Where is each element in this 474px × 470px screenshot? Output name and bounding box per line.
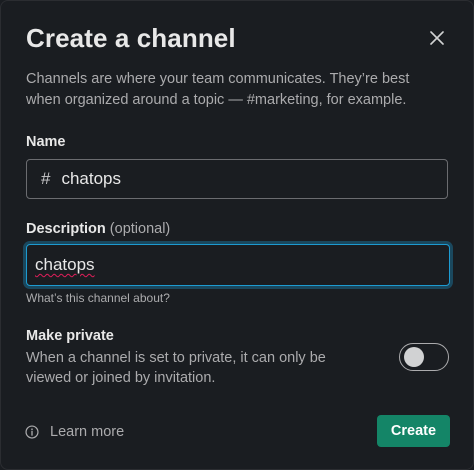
description-hint: What’s this channel about? — [26, 291, 170, 305]
make-private-row: Make private When a channel is set to pr… — [26, 326, 449, 386]
name-label: Name — [26, 134, 66, 150]
make-private-text: Make private When a channel is set to pr… — [26, 326, 346, 388]
description-label: Description (optional) — [26, 219, 448, 239]
optional-tag: (optional) — [109, 221, 171, 237]
close-icon — [430, 31, 444, 45]
make-private-description: When a channel is set to private, it can… — [26, 350, 326, 386]
close-button[interactable] — [422, 23, 452, 53]
create-button[interactable]: Create — [377, 415, 450, 447]
learn-more-link[interactable]: Learn more — [25, 424, 124, 440]
description-input[interactable]: chatops — [26, 244, 450, 286]
toggle-knob — [404, 347, 424, 367]
channel-name-value: chatops — [61, 169, 122, 188]
description-value: chatops — [35, 255, 95, 274]
dialog-title: Create a channel — [26, 23, 236, 53]
learn-more-label: Learn more — [50, 424, 125, 440]
dialog-header: Create a channel — [26, 21, 448, 55]
hash-prefix: # — [41, 169, 51, 188]
info-icon — [25, 425, 39, 439]
dialog-intro: Channels are where your team communicate… — [26, 71, 410, 108]
create-channel-dialog: Create a channel Channels are where your… — [0, 0, 474, 470]
make-private-toggle[interactable] — [399, 343, 449, 371]
make-private-label: Make private — [26, 328, 114, 344]
description-label-text: Description — [26, 221, 106, 237]
dialog-footer: Learn more Create — [25, 415, 450, 449]
channel-name-input[interactable]: # chatops — [26, 159, 448, 199]
